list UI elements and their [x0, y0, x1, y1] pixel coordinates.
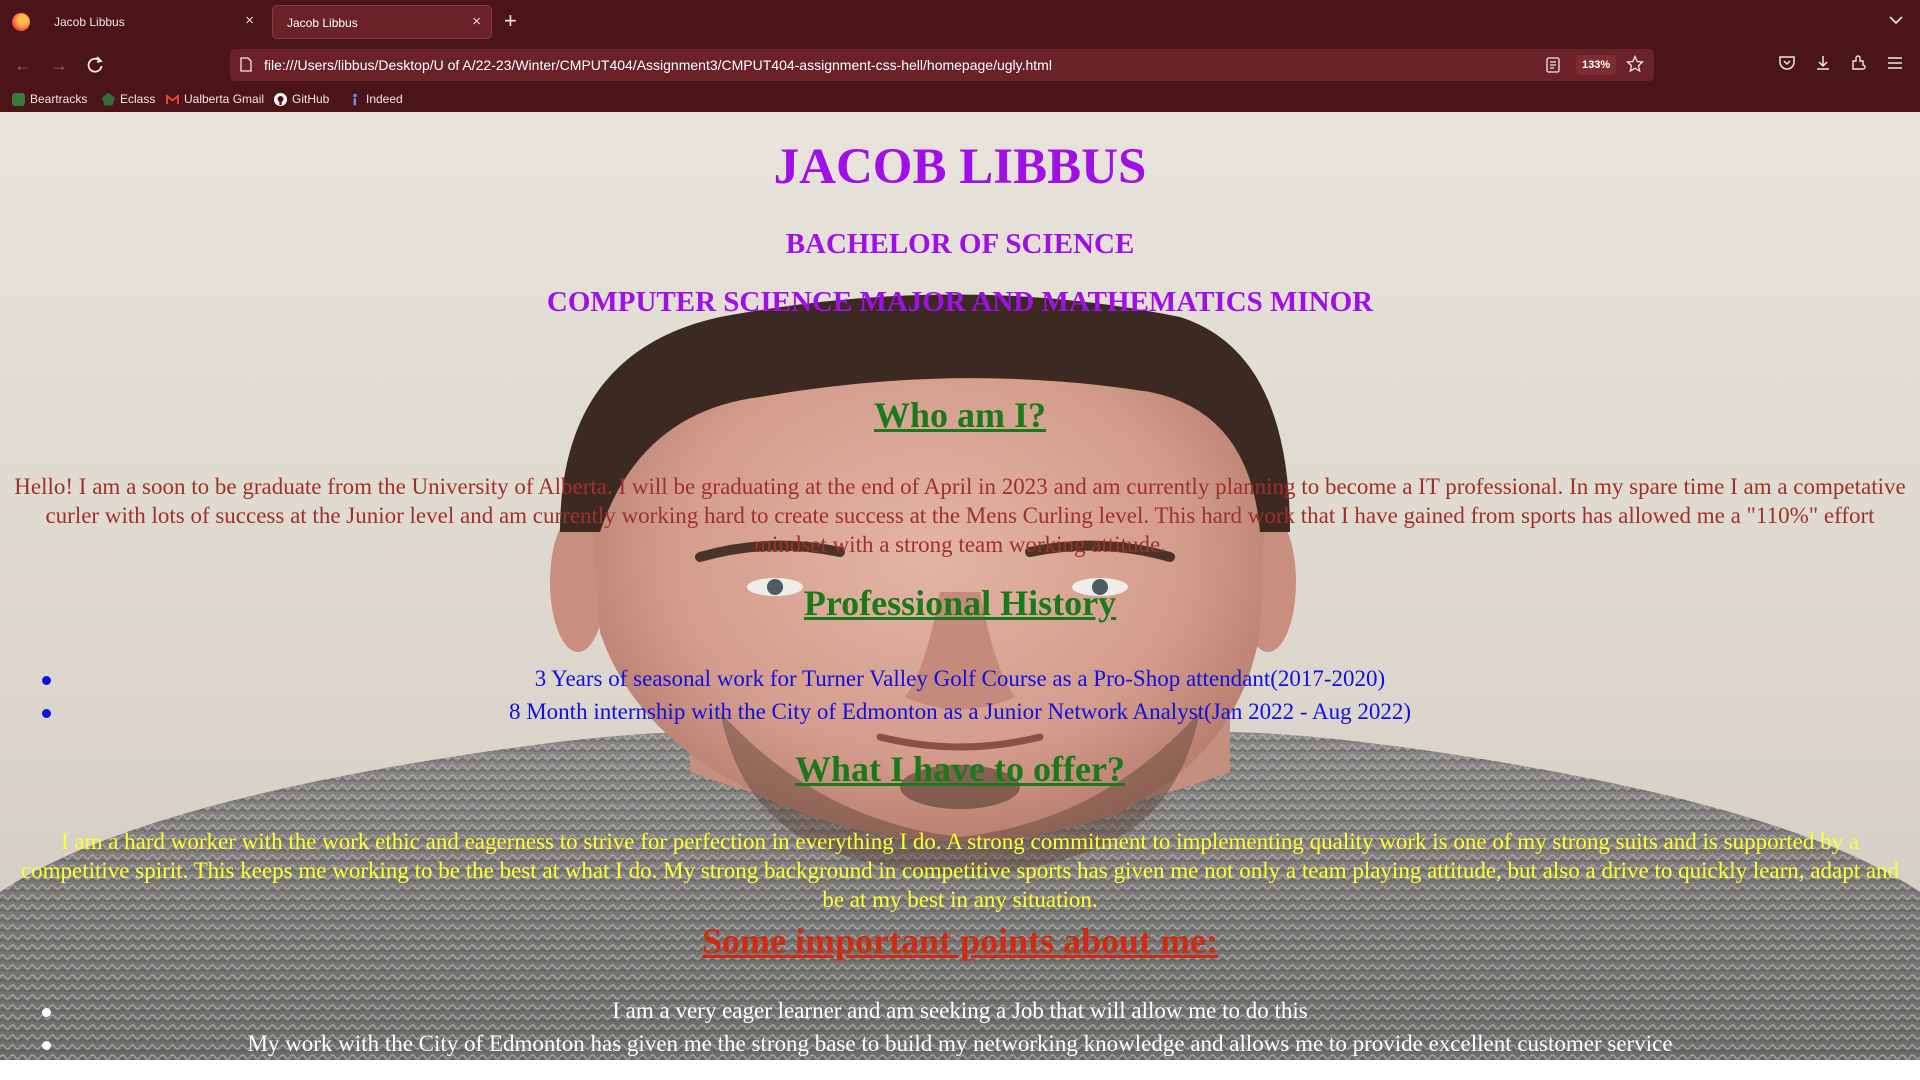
bullet-icon: [42, 1008, 51, 1017]
downloads-icon[interactable]: [1814, 54, 1832, 72]
new-tab-plus-icon[interactable]: +: [504, 10, 517, 32]
list-all-tabs-chevron-icon[interactable]: [1888, 12, 1904, 28]
url-bar[interactable]: file:///Users/libbus/Desktop/U of A/22-2…: [230, 49, 1654, 81]
tab-2-close-icon[interactable]: ×: [472, 13, 481, 31]
professional-history-list: 3 Years of seasonal work for Turner Vall…: [0, 662, 1920, 728]
who-am-i-heading: Who am I?: [873, 395, 1047, 435]
tab-2-title: Jacob Libbus: [287, 16, 358, 30]
github-icon: [274, 92, 287, 106]
what-i-offer-heading: What I have to offer?: [795, 749, 1125, 789]
navigation-toolbar: ← → file:///Users/libbus/Desktop/U of A/…: [0, 44, 1920, 86]
list-item: My work with the City of Edmonton has gi…: [0, 1027, 1920, 1060]
tab-1-title: Jacob Libbus: [54, 15, 125, 29]
degree-heading: BACHELOR OF SCIENCE: [785, 228, 1135, 260]
bookmark-label: Eclass: [120, 92, 156, 106]
beartracks-favicon-icon: [12, 92, 25, 106]
important-points-heading: Some important points about me:: [701, 921, 1218, 961]
forward-arrow-icon[interactable]: →: [48, 54, 70, 76]
bookmark-label: Ualberta Gmail: [184, 92, 265, 106]
bookmark-label: Indeed: [366, 92, 403, 106]
tab-1-close-icon[interactable]: ×: [245, 12, 254, 30]
bullet-icon: [42, 1041, 51, 1050]
bookmark-ualberta-gmail[interactable]: Ualberta Gmail: [166, 90, 264, 108]
indeed-icon: [348, 93, 361, 106]
list-item: I am a very eager learner and am seeking…: [0, 994, 1920, 1027]
bookmark-indeed[interactable]: Indeed: [348, 90, 403, 108]
bookmark-beartracks[interactable]: Beartracks: [12, 90, 87, 108]
bookmark-label: GitHub: [292, 92, 330, 106]
bookmark-label: Beartracks: [30, 92, 88, 106]
professional-history-heading: Professional History: [803, 583, 1117, 623]
page-content: JACOB LIBBUS BACHELOR OF SCIENCE COMPUTE…: [0, 112, 1920, 1060]
bullet-icon: [42, 709, 51, 718]
zoom-level-badge[interactable]: 133%: [1576, 55, 1617, 75]
firefox-logo-icon: [12, 13, 30, 31]
point-item-text: I am a very eager learner and am seeking…: [612, 998, 1308, 1023]
page-title-name: JACOB LIBBUS: [773, 139, 1147, 195]
major-heading: COMPUTER SCIENCE MAJOR AND MATHEMATICS M…: [546, 286, 1374, 318]
list-item: 3 Years of seasonal work for Turner Vall…: [0, 662, 1920, 695]
reader-view-icon[interactable]: [1546, 57, 1560, 73]
app-menu-hamburger-icon[interactable]: [1886, 54, 1904, 72]
page-document-icon: [240, 57, 252, 72]
history-item-text: 3 Years of seasonal work for Turner Vall…: [534, 666, 1386, 691]
gmail-icon: [166, 93, 179, 106]
tab-1[interactable]: Jacob Libbus ×: [40, 5, 264, 39]
bookmarks-toolbar: Beartracks Eclass Ualberta Gmail GitHub …: [0, 86, 1920, 112]
bookmark-eclass[interactable]: Eclass: [102, 90, 155, 108]
important-points-list: I am a very eager learner and am seeking…: [0, 994, 1920, 1060]
extensions-icon[interactable]: [1850, 54, 1868, 72]
eclass-favicon-icon: [102, 92, 115, 106]
point-item-text: My work with the City of Edmonton has gi…: [247, 1031, 1673, 1056]
history-item-text: 8 Month internship with the City of Edmo…: [508, 699, 1412, 724]
back-arrow-icon[interactable]: ←: [12, 54, 34, 76]
tab-bar: Jacob Libbus × Jacob Libbus × +: [0, 0, 1920, 44]
url-text[interactable]: file:///Users/libbus/Desktop/U of A/22-2…: [264, 57, 1052, 73]
list-item: 8 Month internship with the City of Edmo…: [0, 695, 1920, 728]
web-page-viewport[interactable]: JACOB LIBBUS BACHELOR OF SCIENCE COMPUTE…: [0, 112, 1920, 1060]
reload-icon[interactable]: [84, 54, 106, 76]
who-am-i-paragraph: Hello! I am a soon to be graduate from t…: [14, 474, 1906, 557]
window-bottom-edge: [0, 1060, 1920, 1080]
tab-2-active[interactable]: Jacob Libbus ×: [272, 5, 492, 39]
what-i-offer-paragraph: I am a hard worker with the work ethic a…: [20, 829, 1900, 912]
bookmark-github[interactable]: GitHub: [274, 90, 329, 108]
pocket-icon[interactable]: [1778, 54, 1796, 72]
bookmark-star-icon[interactable]: [1626, 55, 1644, 73]
bullet-icon: [42, 676, 51, 685]
